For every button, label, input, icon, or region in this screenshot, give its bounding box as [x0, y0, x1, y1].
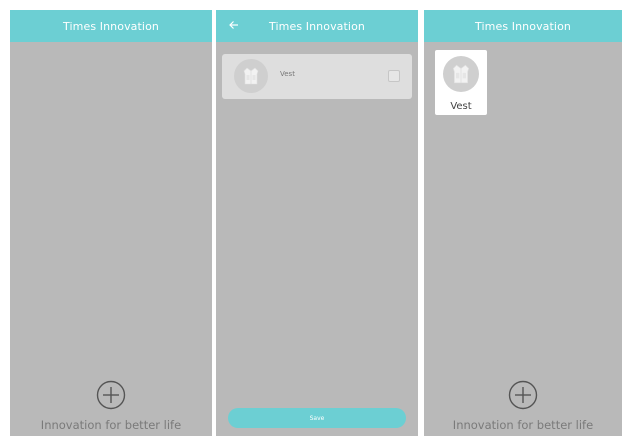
- device-avatar: [443, 56, 479, 92]
- device-avatar: [234, 59, 268, 93]
- arrow-left-icon: [229, 21, 238, 29]
- device-name: Vest: [280, 70, 295, 78]
- vest-icon: [243, 67, 259, 85]
- device-tile[interactable]: Vest: [435, 50, 487, 115]
- screens-canvas: Times Innovation Innovation for better l…: [0, 0, 622, 436]
- add-device-button[interactable]: [96, 380, 126, 410]
- back-button[interactable]: [226, 17, 242, 33]
- slogan-text: Innovation for better life: [40, 418, 182, 432]
- app-header: Times Innovation: [424, 10, 622, 42]
- vest-icon: [452, 64, 470, 84]
- app-header: Times Innovation: [10, 10, 212, 42]
- add-device-button[interactable]: [508, 380, 538, 410]
- select-device-screen: Times Innovation Vest Save: [216, 10, 418, 436]
- app-header: Times Innovation: [216, 10, 418, 42]
- device-name: Vest: [450, 101, 472, 112]
- home-screen-empty: Times Innovation Innovation for better l…: [10, 10, 212, 436]
- slogan-text: Innovation for better life: [452, 418, 594, 432]
- device-checkbox[interactable]: [388, 70, 400, 82]
- home-screen-with-device: Times Innovation Vest Innovation for bet…: [424, 10, 622, 436]
- plus-circle-icon: [96, 380, 126, 410]
- device-list-item[interactable]: Vest: [222, 54, 412, 99]
- header-title: Times Innovation: [475, 19, 571, 33]
- save-button[interactable]: Save: [228, 408, 406, 428]
- header-title: Times Innovation: [269, 19, 365, 33]
- plus-circle-icon: [508, 380, 538, 410]
- header-title: Times Innovation: [63, 19, 159, 33]
